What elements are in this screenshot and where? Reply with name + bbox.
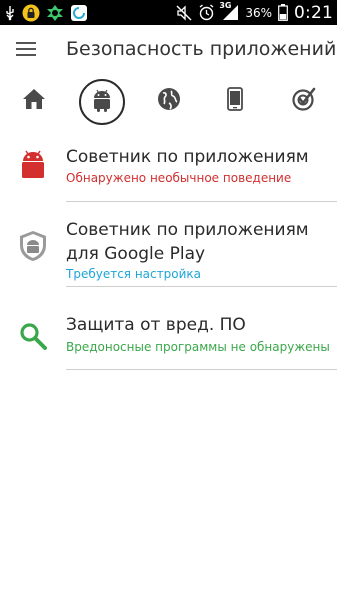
android-alert-icon (17, 148, 49, 180)
list-item-malware-protection[interactable]: Защита от вред. ПО Вредоносные программы… (0, 306, 337, 368)
app-notification-icon (46, 4, 64, 22)
app-bar: Безопасность приложений (0, 25, 337, 77)
item-title-line-1: Советник по приложениям (66, 220, 309, 240)
divider (66, 286, 337, 287)
phone-icon (227, 87, 243, 115)
clock: 0:21 (294, 2, 333, 23)
status-bar-right: 3G 36% 0:21 (176, 0, 333, 25)
page-title: Безопасность приложений (66, 38, 337, 60)
battery-icon (278, 4, 288, 21)
tab-status[interactable] (281, 78, 327, 124)
menu-button[interactable] (13, 38, 39, 64)
list-item-app-advisor[interactable]: Советник по приложениям Обнаружено необы… (0, 140, 337, 202)
mute-icon (176, 4, 192, 21)
divider (66, 369, 337, 370)
item-status: Требуется настройка (66, 267, 201, 281)
magnifier-icon (17, 320, 49, 352)
signal-icon: 3G (219, 1, 239, 21)
check-target-icon (291, 87, 317, 115)
globe-icon (157, 87, 181, 115)
shield-android-icon (17, 230, 49, 262)
battery-percent: 36% (245, 5, 273, 20)
lock-app-icon (22, 4, 40, 22)
item-status: Вредоносные программы не обнаружены (66, 340, 330, 354)
item-title: Советник по приложениям (66, 147, 309, 167)
status-bar-left (4, 2, 88, 23)
item-title: Защита от вред. ПО (66, 315, 246, 335)
security-app-icon (70, 4, 88, 22)
android-icon (91, 88, 113, 116)
tab-web[interactable] (146, 78, 192, 124)
list-item-google-play-advisor[interactable]: Советник по приложениям для Google Play … (0, 210, 337, 286)
hamburger-icon (16, 41, 36, 61)
item-title-line-2: для Google Play (66, 244, 206, 264)
tab-home[interactable] (11, 78, 57, 124)
usb-icon (4, 5, 16, 21)
status-bar: 3G 36% 0:21 (0, 0, 337, 25)
item-status: Обнаружено необычное поведение (66, 171, 292, 185)
category-tabs (0, 78, 337, 126)
tab-device[interactable] (212, 78, 258, 124)
divider (66, 201, 337, 202)
home-icon (22, 88, 46, 114)
tab-apps[interactable] (79, 79, 125, 125)
alarm-icon (198, 4, 215, 21)
